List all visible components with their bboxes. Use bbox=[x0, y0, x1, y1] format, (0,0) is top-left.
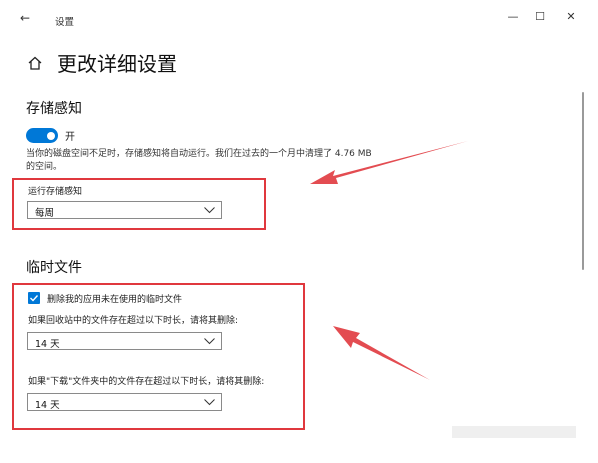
annotation-arrow-lower bbox=[333, 326, 430, 380]
annotation-arrow-upper bbox=[310, 141, 468, 184]
watermark-blur bbox=[452, 426, 576, 438]
annotation-arrows bbox=[310, 141, 468, 380]
